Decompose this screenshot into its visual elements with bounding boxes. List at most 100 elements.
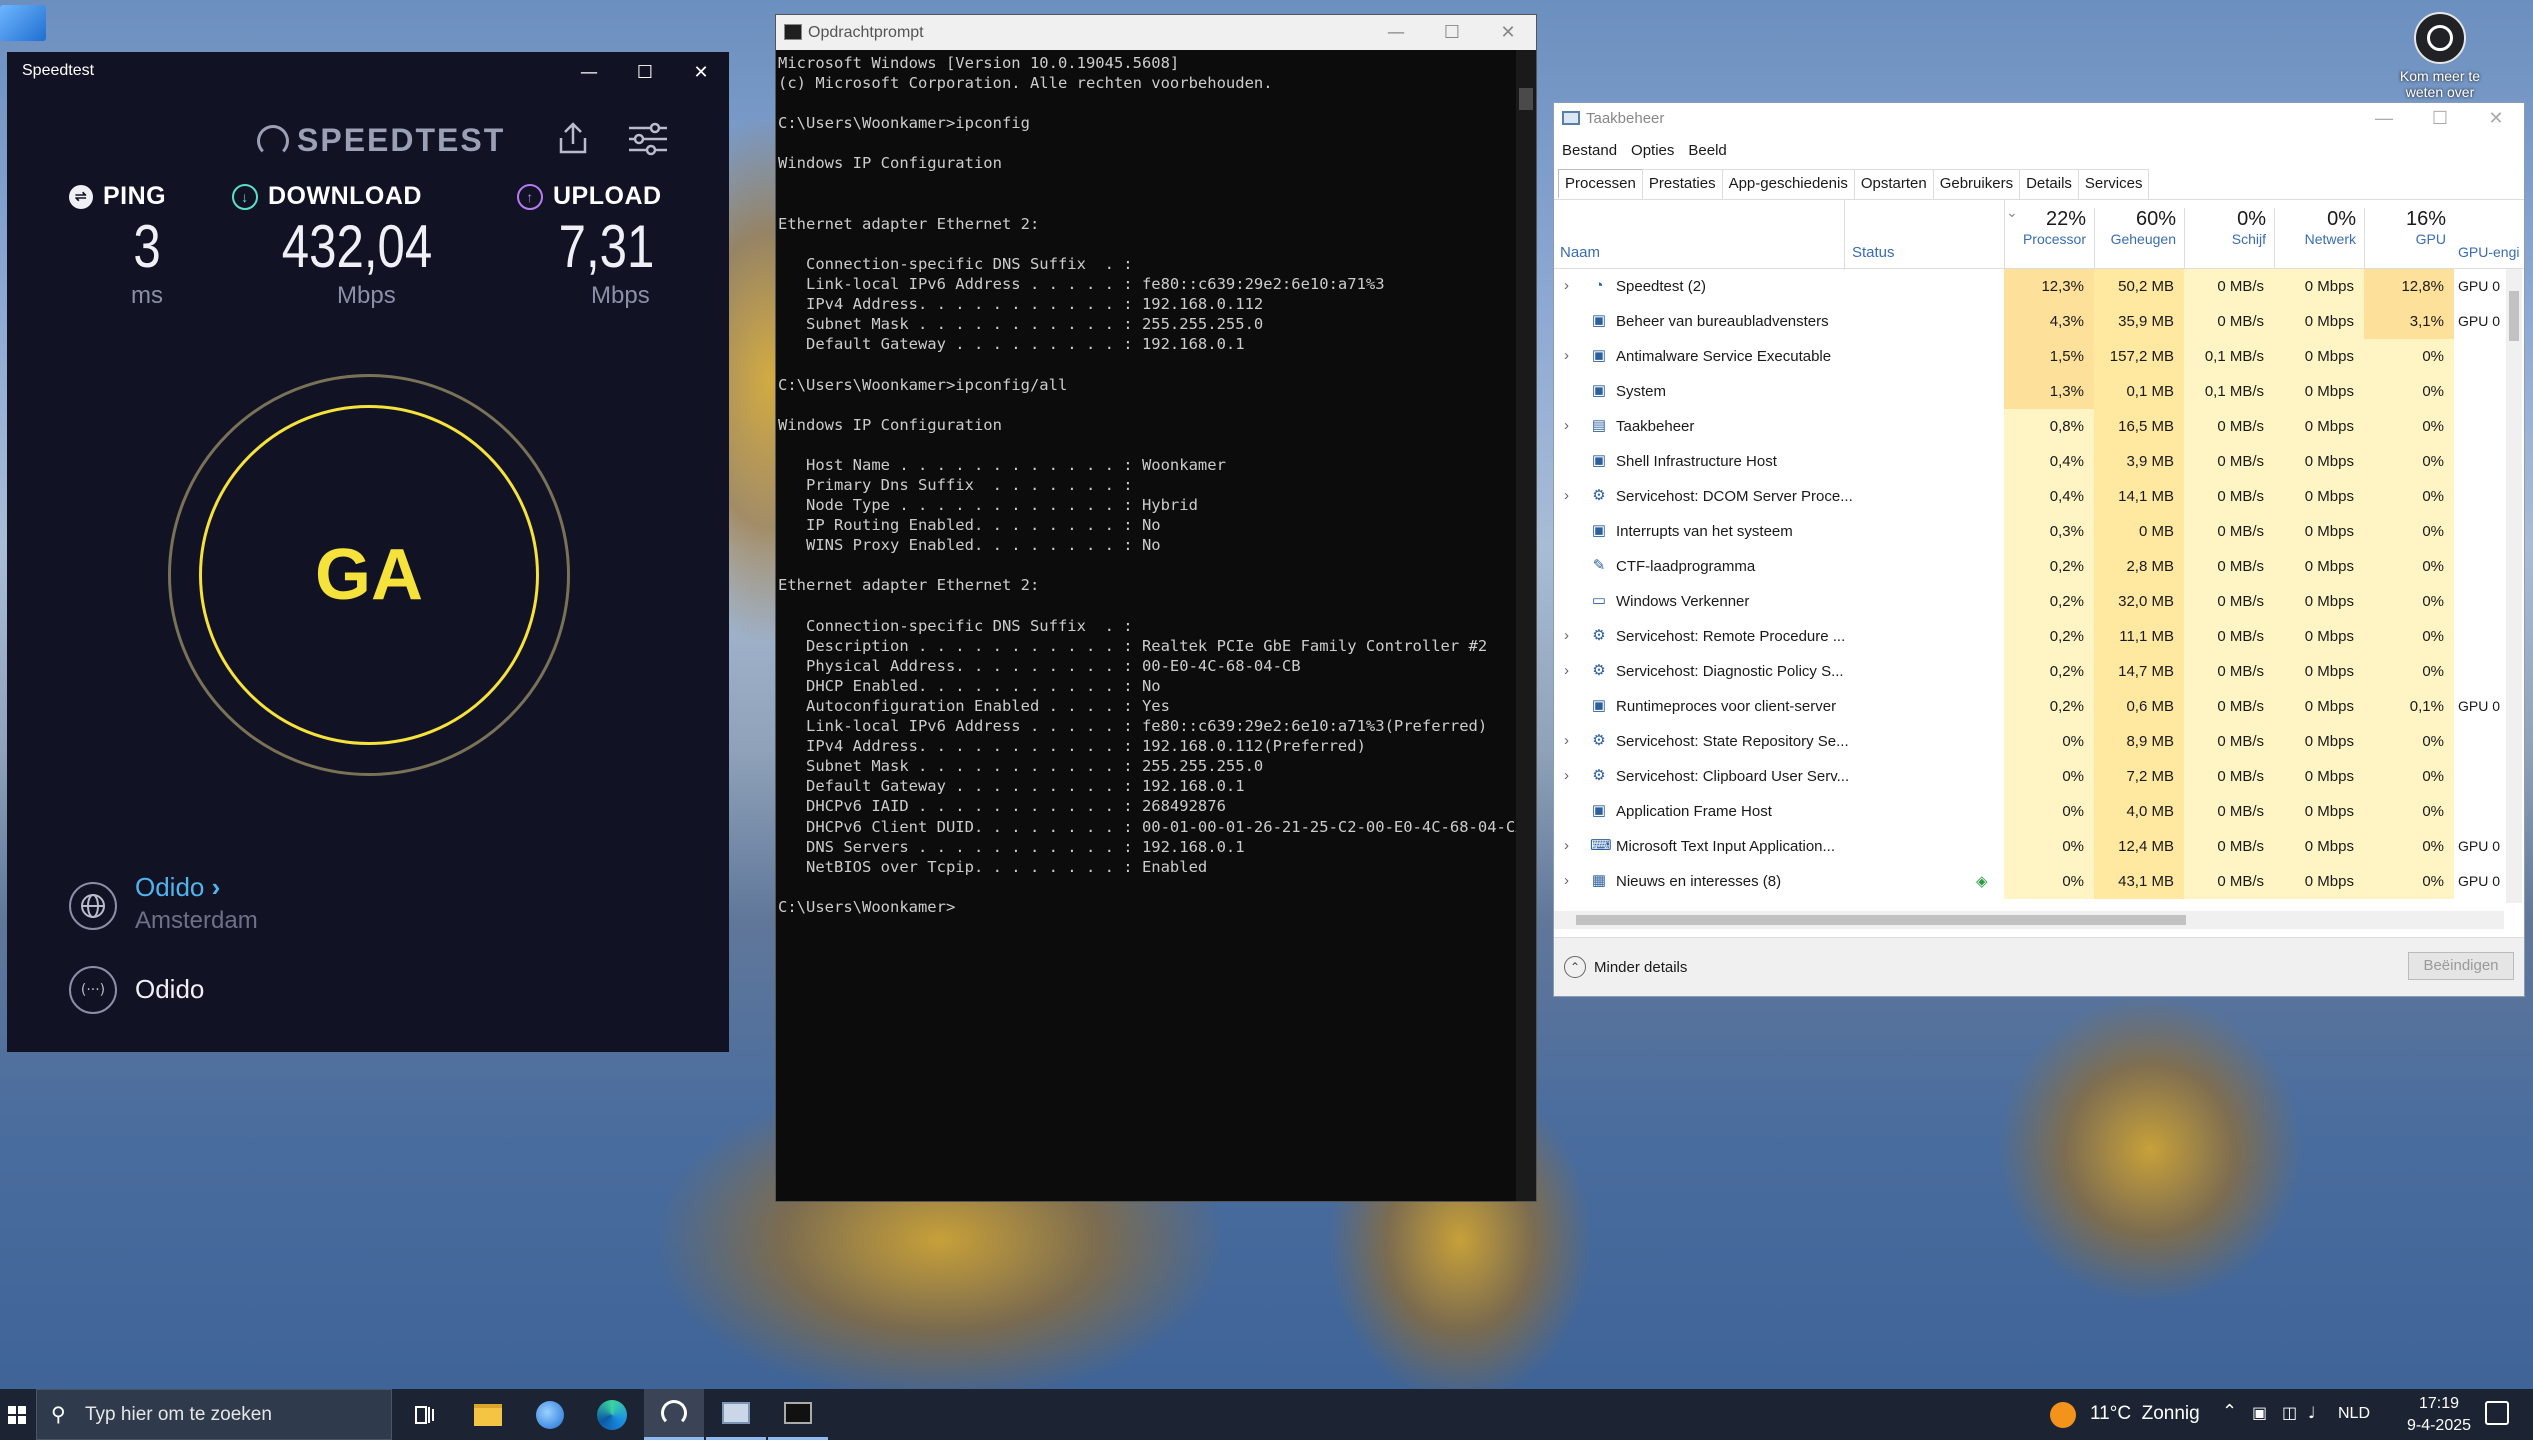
vertical-scrollbar[interactable] [2506, 269, 2522, 903]
tab-opstarten[interactable]: Opstarten [1853, 169, 1934, 199]
table-row[interactable]: ▣ Shell Infrastructure Host 0,4% 3,9 MB 0 MB… [1554, 444, 2504, 479]
net-cell: 0 Mbps [2274, 619, 2364, 654]
scroll-thumb[interactable] [1519, 88, 1533, 110]
col-disk[interactable]: 0% Schijf [2184, 208, 2274, 270]
expand-chevron-icon[interactable]: › [1564, 732, 1569, 749]
fewer-details-button[interactable]: ⌃ Minder details [1564, 956, 1687, 978]
expand-chevron-icon[interactable]: › [1564, 347, 1569, 364]
window-icon: ▣ [1591, 452, 1607, 469]
tab-details[interactable]: Details [2019, 169, 2079, 199]
file-explorer-icon[interactable] [458, 1389, 518, 1440]
settings-icon[interactable] [627, 122, 669, 156]
cmd-taskbar-icon[interactable] [768, 1389, 828, 1440]
table-row[interactable]: ▣ Beheer van bureaubladvensters 4,3% 35,9 M… [1554, 304, 2504, 339]
maximize-button[interactable]: ☐ [2412, 103, 2468, 133]
minimize-button[interactable]: — [2356, 103, 2412, 133]
table-row[interactable]: ▣ Application Frame Host 0% 4,0 MB 0 MB/s 0 M… [1554, 794, 2504, 829]
minimize-button[interactable]: — [1368, 15, 1424, 50]
provider-name: Odido [135, 974, 205, 1004]
expand-chevron-icon[interactable]: › [1564, 767, 1569, 784]
clock[interactable]: 17:19 9-4-2025 [2390, 1393, 2488, 1437]
gpu-cell: 0% [2364, 864, 2454, 899]
col-gpu[interactable]: 16% GPU [2364, 208, 2454, 270]
search-placeholder: Typ hier om te zoeken [85, 1404, 272, 1425]
tab-services[interactable]: Services [2077, 169, 2150, 199]
end-task-button[interactable]: Beëindigen [2408, 952, 2514, 980]
language-indicator[interactable]: NLD [2338, 1405, 2370, 1423]
cpu-cell: 1,3% [2004, 374, 2094, 409]
go-button[interactable]: GA [199, 405, 539, 745]
table-row[interactable]: › ⚙ Servicehost: Clipboard User Serv... 0% 7… [1554, 759, 2504, 794]
table-row[interactable]: › ⚙ Servicehost: State Repository Se... 0% 8… [1554, 724, 2504, 759]
tab-gebruikers[interactable]: Gebruikers [1932, 169, 2021, 199]
table-row[interactable]: › ⌨ Microsoft Text Input Application... 0% 1… [1554, 829, 2504, 864]
speedtest-taskbar-icon[interactable] [644, 1389, 704, 1440]
table-row[interactable]: › ⚙ Servicehost: Remote Procedure ... 0,2% 1… [1554, 619, 2504, 654]
horizontal-scrollbar[interactable] [1554, 911, 2504, 929]
expand-chevron-icon[interactable]: › [1564, 662, 1569, 679]
col-net[interactable]: 0% Netwerk [2274, 208, 2364, 270]
close-button[interactable]: ✕ [1480, 15, 1536, 50]
table-row[interactable]: › ⚙ Servicehost: DCOM Server Proce... 0,4% 1… [1554, 479, 2504, 514]
col-cpu[interactable]: 22% Processor [2004, 208, 2094, 247]
volume-icon[interactable]: ♩ [2308, 1403, 2316, 1422]
mem-cell: 35,9 MB [2094, 304, 2184, 339]
task-view-icon[interactable] [395, 1389, 455, 1440]
expand-chevron-icon[interactable]: › [1564, 277, 1569, 294]
maximize-button[interactable]: ☐ [617, 52, 673, 92]
weather-icon[interactable] [2050, 1402, 2076, 1428]
col-mem[interactable]: 60% Geheugen [2094, 208, 2184, 270]
taskmgr-taskbar-icon[interactable] [706, 1389, 766, 1440]
share-icon[interactable] [557, 120, 589, 156]
col-gpu-engine[interactable]: GPU-engi [2458, 244, 2519, 260]
status-icon[interactable]: ▣ [2252, 1403, 2267, 1422]
desktop-icon[interactable] [0, 5, 46, 41]
minimize-button[interactable]: — [561, 52, 617, 92]
scrollbar[interactable] [1516, 50, 1536, 1201]
browser-icon[interactable] [520, 1389, 580, 1440]
close-button[interactable]: ✕ [2468, 103, 2524, 133]
search-box[interactable]: ⚲ Typ hier om te zoeken [36, 1389, 392, 1440]
pen-icon: ✎ [1592, 557, 1606, 574]
edge-icon[interactable] [582, 1389, 642, 1440]
console-output[interactable]: Microsoft Windows [Version 10.0.19045.56… [778, 53, 1525, 917]
expand-chevron-icon[interactable]: › [1564, 872, 1569, 889]
table-row[interactable]: › ◔ Speedtest (2) 12,3% 50,2 MB 0 MB/s 0 Mbps 1… [1554, 269, 2504, 304]
tab-prestaties[interactable]: Prestaties [1641, 169, 1723, 199]
gpu-engine-cell [2458, 549, 2504, 584]
col-name[interactable]: Naam [1560, 244, 1600, 261]
notification-icon[interactable] [2485, 1401, 2509, 1425]
tab-processen[interactable]: Processen [1558, 169, 1643, 199]
table-row[interactable]: › ▤ Taakbeheer 0,8% 16,5 MB 0 MB/s 0 Mbps 0% [1554, 409, 2504, 444]
start-button[interactable] [0, 1389, 34, 1440]
expand-chevron-icon[interactable]: › [1564, 837, 1569, 854]
weather-text[interactable]: 11°C Zonnig [2090, 1403, 2200, 1425]
table-row[interactable]: ▣ Interrupts van het systeem 0,3% 0 MB 0 MB/… [1554, 514, 2504, 549]
table-row[interactable]: › ⚙ Servicehost: Diagnostic Policy S... 0,2… [1554, 654, 2504, 689]
server-link[interactable]: Odido › [135, 872, 220, 903]
table-row[interactable]: › ▣ Antimalware Service Executable 1,5% 157,… [1554, 339, 2504, 374]
gpu-engine-cell [2458, 514, 2504, 549]
hscroll-thumb[interactable] [1576, 915, 2186, 925]
process-name: Servicehost: DCOM Server Proce... [1616, 488, 1853, 505]
close-button[interactable]: ✕ [673, 52, 729, 92]
expand-chevron-icon[interactable]: › [1564, 417, 1569, 434]
process-list[interactable]: › ◔ Speedtest (2) 12,3% 50,2 MB 0 MB/s 0 Mbps 1… [1554, 269, 2504, 903]
col-status[interactable]: Status [1852, 244, 1895, 261]
menu-opties[interactable]: Opties [1631, 142, 1674, 159]
table-row[interactable]: › ▦ Nieuws en interesses (8) ◈ 0% 43,1 MB 0 MB… [1554, 864, 2504, 899]
expand-chevron-icon[interactable]: › [1564, 627, 1569, 644]
chevron-up-icon[interactable]: ⌃ [2222, 1401, 2237, 1422]
table-row[interactable]: ▭ Windows Verkenner 0,2% 32,0 MB 0 MB/s 0 Mbp… [1554, 584, 2504, 619]
spotlight-widget[interactable]: Kom meer te weten over [2395, 12, 2485, 104]
menu-beeld[interactable]: Beeld [1688, 142, 1726, 159]
maximize-button[interactable]: ☐ [1424, 15, 1480, 50]
tab-app-geschiedenis[interactable]: App-geschiedenis [1721, 169, 1855, 199]
expand-chevron-icon[interactable]: › [1564, 487, 1569, 504]
network-icon[interactable]: ◫ [2282, 1403, 2297, 1422]
scroll-thumb[interactable] [2509, 291, 2519, 341]
table-row[interactable]: ✎ CTF-laadprogramma 0,2% 2,8 MB 0 MB/s 0 Mbps… [1554, 549, 2504, 584]
table-row[interactable]: ▣ System 1,3% 0,1 MB 0,1 MB/s 0 Mbps 0% [1554, 374, 2504, 409]
menu-bestand[interactable]: Bestand [1562, 142, 1617, 159]
table-row[interactable]: ▣ Runtimeproces voor client-server 0,2% 0,6… [1554, 689, 2504, 724]
